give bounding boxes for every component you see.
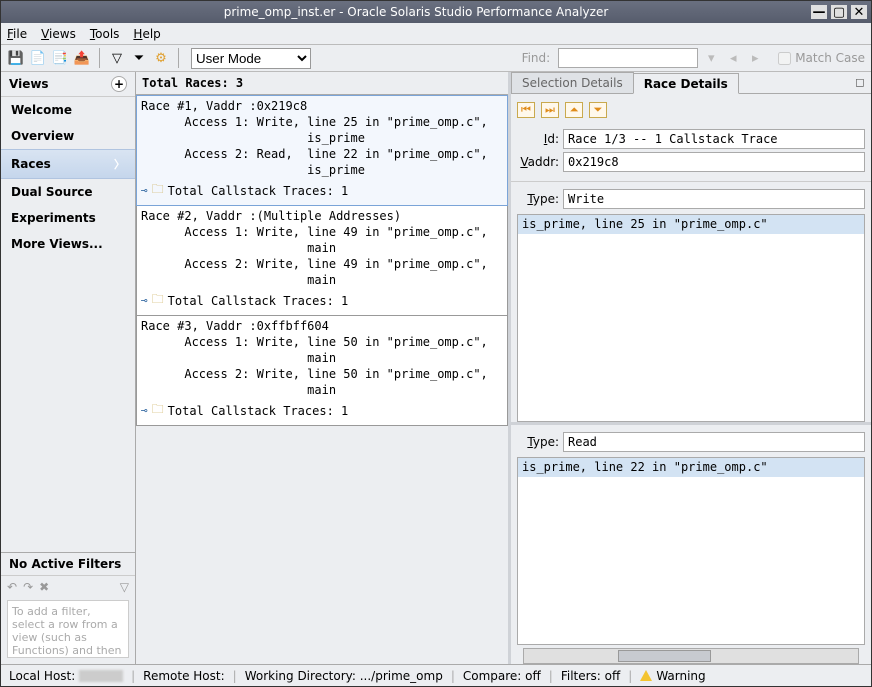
stack2-list[interactable]: is_prime, line 22 in "prime_omp.c": [517, 457, 865, 646]
toolbar: 💾 📄 📑 📤 ▽ ⏷ ⚙ User Mode Find: ▾ ◂ ▸ Matc…: [1, 45, 871, 72]
folder-icon: 🗀: [152, 400, 164, 421]
stack-entry[interactable]: is_prime, line 22 in "prime_omp.c": [518, 458, 864, 477]
status-remote-host: Remote Host:: [143, 669, 224, 683]
nav-down-icon[interactable]: ⏷: [589, 102, 607, 118]
close-button[interactable]: ✕: [851, 5, 867, 19]
status-filters: Filters: off: [561, 669, 620, 683]
folder-icon: 🗀: [152, 290, 164, 311]
find-next-icon[interactable]: ▸: [746, 49, 764, 67]
sidebar-item-dual-source[interactable]: Dual Source: [1, 179, 135, 205]
folder-icon: 🗀: [152, 180, 164, 201]
races-panel: Total Races: 3 Race #1, Vaddr :0x219c8 A…: [136, 72, 511, 664]
nav-first-icon[interactable]: ⏮: [517, 102, 535, 118]
window-title: prime_omp_inst.er - Oracle Solaris Studi…: [21, 5, 811, 19]
filter-icon[interactable]: ▽: [108, 49, 126, 67]
id-label: Id:: [517, 132, 559, 146]
nav-next-icon[interactable]: ⏭: [541, 102, 559, 118]
redo-icon[interactable]: ↷: [23, 580, 33, 594]
undo-icon[interactable]: ↶: [7, 580, 17, 594]
status-working-dir: Working Directory: .../prime_omp: [245, 669, 443, 683]
nav-up-icon[interactable]: ⏶: [565, 102, 583, 118]
menu-views[interactable]: Views: [41, 27, 76, 41]
sidebar-header: Views: [9, 77, 49, 91]
sidebar-item-races[interactable]: Races 〉: [1, 149, 135, 179]
stack-entry[interactable]: is_prime, line 25 in "prime_omp.c": [518, 215, 864, 234]
menu-tools[interactable]: Tools: [90, 27, 120, 41]
filters-header: No Active Filters: [1, 552, 135, 576]
horizontal-scrollbar[interactable]: [523, 648, 859, 664]
id-value: Race 1/3 -- 1 Callstack Trace: [563, 129, 865, 149]
tab-selection-details[interactable]: Selection Details: [511, 72, 634, 93]
add-view-button[interactable]: +: [111, 76, 127, 92]
stack1-list[interactable]: is_prime, line 25 in "prime_omp.c": [517, 214, 865, 422]
filter-funnel-icon[interactable]: ▽: [120, 580, 129, 594]
save-icon[interactable]: 💾: [7, 49, 25, 67]
window-titlebar: prime_omp_inst.er - Oracle Solaris Studi…: [1, 1, 871, 23]
clear-filter-icon[interactable]: ✖: [39, 580, 49, 594]
find-input[interactable]: [558, 48, 698, 68]
gear-icon[interactable]: ⚙: [152, 49, 170, 67]
compare-icon[interactable]: 📑: [51, 49, 69, 67]
chevron-right-icon: 〉: [114, 156, 125, 172]
race-row[interactable]: Race #2, Vaddr :(Multiple Addresses) Acc…: [136, 206, 508, 316]
type1-value: Write: [563, 189, 865, 209]
sidebar-item-experiments[interactable]: Experiments: [1, 205, 135, 231]
mode-select[interactable]: User Mode: [191, 48, 311, 69]
type2-value: Read: [563, 432, 865, 452]
expand-key-icon[interactable]: ⊸: [141, 184, 148, 197]
menubar: File Views Tools Help: [1, 23, 871, 45]
expand-key-icon[interactable]: ⊸: [141, 404, 148, 417]
status-compare: Compare: off: [463, 669, 541, 683]
race-row[interactable]: Race #3, Vaddr :0xffbff604 Access 1: Wri…: [136, 316, 508, 426]
tab-race-details[interactable]: Race Details: [633, 73, 739, 94]
export-icon[interactable]: 📤: [73, 49, 91, 67]
views-sidebar: Views + Welcome Overview Races 〉 Dual So…: [1, 72, 136, 664]
match-case-checkbox[interactable]: Match Case: [778, 51, 865, 65]
expand-key-icon[interactable]: ⊸: [141, 294, 148, 307]
find-label: Find:: [522, 51, 551, 65]
find-dropdown-icon[interactable]: ▾: [702, 49, 720, 67]
sidebar-item-welcome[interactable]: Welcome: [1, 97, 135, 123]
minimize-button[interactable]: —: [811, 5, 827, 19]
maximize-button[interactable]: ▢: [831, 5, 847, 19]
funnel-icon[interactable]: ⏷: [130, 49, 148, 67]
statusbar: Local Host: | Remote Host: | Working Dir…: [1, 664, 871, 686]
warning-icon: [640, 670, 652, 681]
race-row[interactable]: Race #1, Vaddr :0x219c8 Access 1: Write,…: [136, 95, 508, 206]
sidebar-item-more-views[interactable]: More Views...: [1, 231, 135, 257]
open-icon[interactable]: 📄: [29, 49, 47, 67]
detach-icon[interactable]: ◻: [849, 72, 871, 93]
status-warning[interactable]: Warning: [640, 669, 705, 683]
details-panel: Selection Details Race Details ◻ ⏮ ⏭ ⏶ ⏷…: [511, 72, 871, 664]
races-header: Total Races: 3: [136, 72, 508, 95]
type1-label: Type:: [517, 192, 559, 206]
vaddr-value: 0x219c8: [563, 152, 865, 172]
filters-hint-text: To add a filter, select a row from a vie…: [7, 600, 129, 658]
vaddr-label: Vaddr:: [517, 155, 559, 169]
find-prev-icon[interactable]: ◂: [724, 49, 742, 67]
menu-help[interactable]: Help: [133, 27, 160, 41]
type2-label: Type:: [517, 435, 559, 449]
sidebar-item-overview[interactable]: Overview: [1, 123, 135, 149]
menu-file[interactable]: File: [7, 27, 27, 41]
status-local-host: Local Host:: [9, 669, 123, 683]
